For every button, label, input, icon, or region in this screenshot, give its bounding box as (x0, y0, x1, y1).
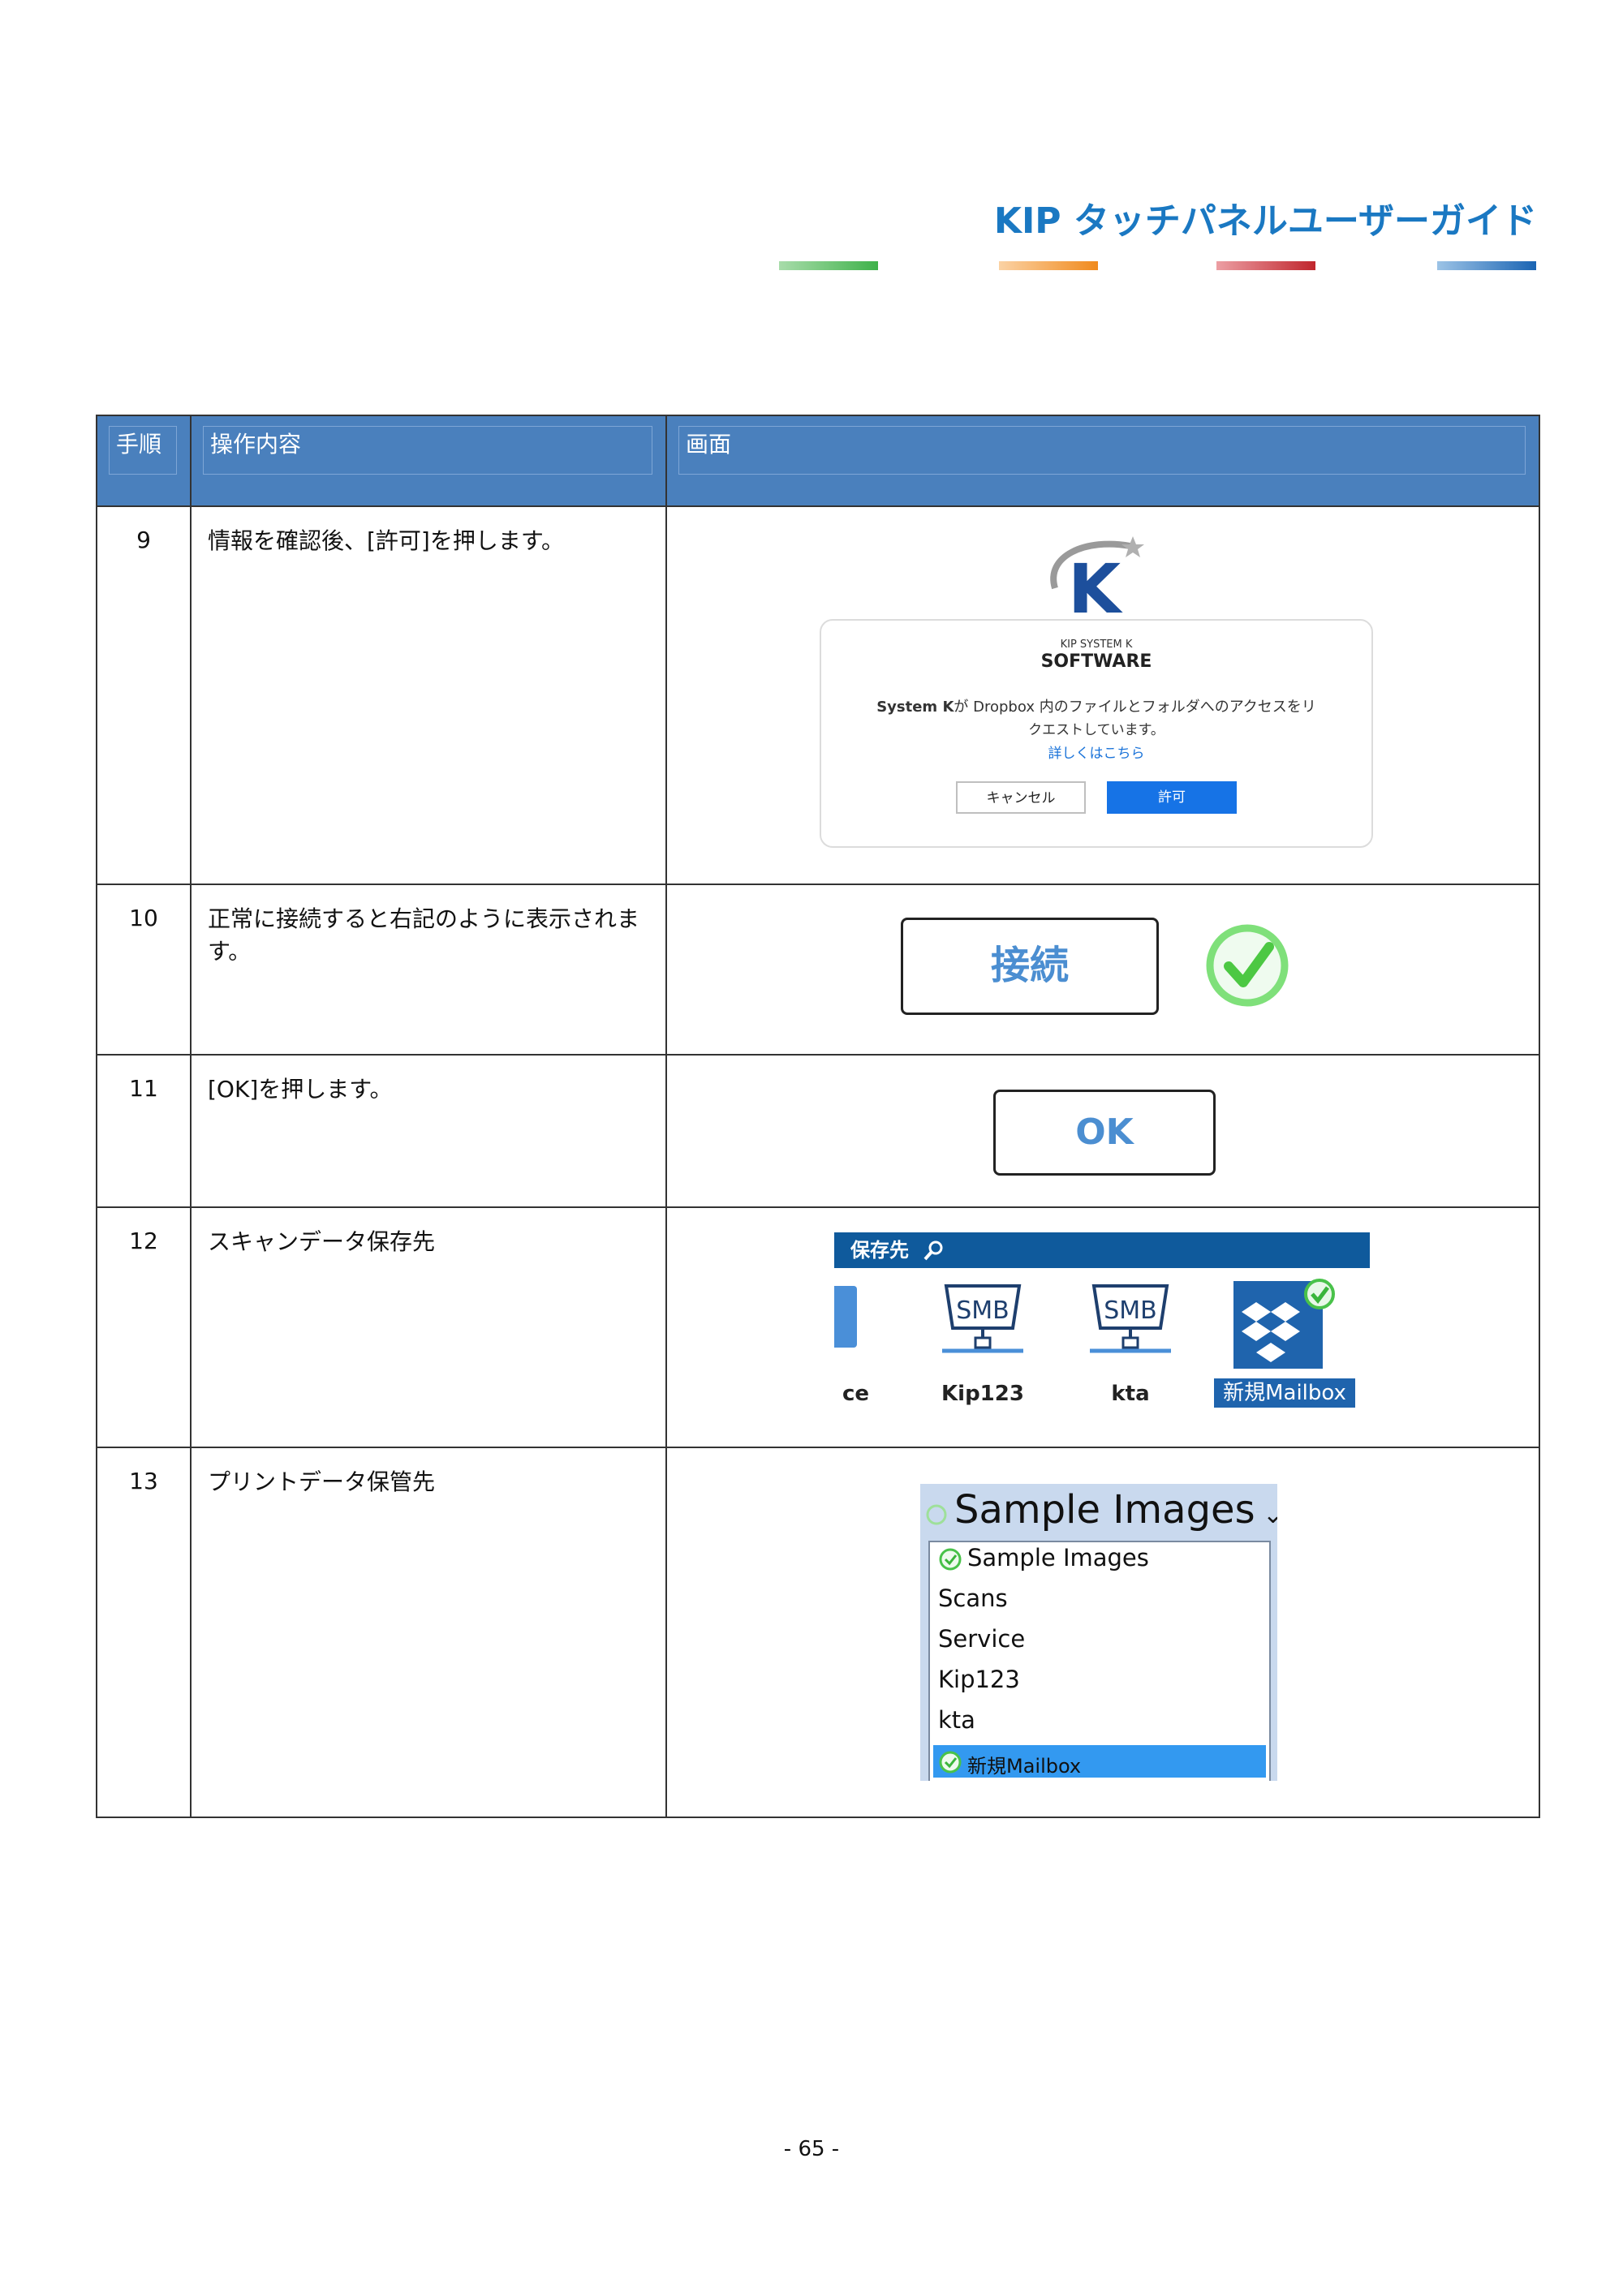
step-number: 9 (96, 505, 192, 885)
step-number: 12 (96, 1206, 192, 1448)
step-operation: 正常に接続すると右記のように表示されます。 (190, 884, 667, 1056)
accent-bar-blue (1437, 261, 1536, 270)
check-circle-icon (939, 1548, 962, 1571)
steps-table: 手順 操作内容 画面 9 情報を確認後、[許可]を押します。 K KIP SYS… (96, 415, 1540, 1818)
header-screen: 画面 (678, 426, 1526, 475)
page-number: - 65 - (783, 2137, 840, 2161)
system-k-logo: K (1050, 536, 1144, 629)
step-screen: OK (665, 1054, 1540, 1208)
folder-icon (834, 1286, 857, 1348)
dialog-message: System Kが Dropbox 内のファイルとフォルダへのアクセスをリ (876, 699, 1316, 716)
accent-bar-green (779, 261, 878, 270)
allow-button[interactable]: 許可 (1107, 781, 1237, 814)
ok-button[interactable]: OK (993, 1090, 1216, 1176)
step-screen: Sample Images ⌄ Sample Images Scans Serv… (665, 1447, 1540, 1818)
header-step: 手順 (109, 426, 177, 475)
table-row: 10 正常に接続すると右記のように表示されます。 接続 (96, 884, 1540, 1056)
table-row: 11 [OK]を押します。 OK (96, 1054, 1540, 1208)
svg-text:K: K (1068, 549, 1123, 629)
dropdown-option[interactable]: Kip123 (938, 1666, 1020, 1693)
destination-label: 新規Mailbox (1214, 1378, 1355, 1408)
dialog-message-line2: クエストしています。 (1028, 722, 1165, 738)
learn-more-link[interactable]: 詳しくはこちら (821, 742, 1371, 762)
header-operation: 操作内容 (203, 426, 652, 475)
table-header-row: 手順 操作内容 画面 (96, 415, 1540, 507)
dropdown-option-selected[interactable]: 新規Mailbox (967, 1750, 1081, 1778)
dropbox-icon (1233, 1279, 1335, 1369)
check-circle-icon (926, 1504, 947, 1525)
destination-item[interactable]: SMB kta (1070, 1278, 1191, 1424)
dropbox-permission-dialog: KIP SYSTEM K SOFTWARE System Kが Dropbox … (820, 619, 1373, 848)
step-operation: プリントデータ保管先 (190, 1447, 667, 1818)
step-operation: [OK]を押します。 (190, 1054, 667, 1208)
destination-label: Kip123 (941, 1382, 1024, 1406)
step-operation: 情報を確認後、[許可]を押します。 (190, 505, 667, 885)
table-row: 9 情報を確認後、[許可]を押します。 K KIP SYSTEM K SOFTW… (96, 505, 1540, 885)
svg-text:SMB: SMB (1104, 1296, 1157, 1325)
table-row: 12 スキャンデータ保存先 保存先 ce SMB Kip123 SMB kta … (96, 1206, 1540, 1448)
step-number: 11 (96, 1054, 192, 1208)
step-number: 13 (96, 1447, 192, 1818)
check-circle-icon (1206, 924, 1289, 1007)
print-destination-dropdown[interactable]: Sample Images ⌄ Sample Images Scans Serv… (920, 1484, 1277, 1781)
check-circle-icon (939, 1751, 962, 1774)
destination-panel: 保存先 ce SMB Kip123 SMB kta 新規Mailbox (834, 1232, 1370, 1427)
destination-item[interactable]: ce (834, 1278, 870, 1424)
dropdown-option[interactable]: Service (938, 1625, 1025, 1653)
connect-button[interactable]: 接続 (901, 918, 1159, 1015)
destination-item[interactable]: SMB Kip123 (922, 1278, 1044, 1424)
dropdown-selected-value[interactable]: Sample Images ⌄ (954, 1487, 1277, 1533)
svg-text:SMB: SMB (956, 1296, 1010, 1325)
destination-header: 保存先 (834, 1232, 1370, 1268)
dropdown-option[interactable]: kta (938, 1706, 975, 1734)
step-screen: K KIP SYSTEM K SOFTWARE System Kが Dropbo… (665, 505, 1540, 885)
step-screen: 接続 (665, 884, 1540, 1056)
accent-bar-red (1216, 261, 1315, 270)
table-row: 13 プリントデータ保管先 Sample Images ⌄ Sample Ima… (96, 1447, 1540, 1818)
destination-label: kta (1111, 1382, 1150, 1406)
destination-label: ce (842, 1382, 870, 1406)
chevron-down-icon: ⌄ (1263, 1501, 1277, 1529)
step-number: 10 (96, 884, 192, 1056)
dropdown-option[interactable]: Sample Images (967, 1544, 1149, 1572)
cancel-button[interactable]: キャンセル (956, 781, 1086, 814)
smb-folder-icon: SMB (942, 1284, 1023, 1353)
destination-item-selected[interactable]: 新規Mailbox (1214, 1278, 1355, 1424)
logo-software: SOFTWARE (1040, 651, 1152, 672)
guide-title: KIP タッチパネルユーザーガイド (993, 200, 1537, 242)
dropdown-list: Sample Images Scans Service Kip123 kta 新… (928, 1541, 1271, 1781)
smb-folder-icon: SMB (1090, 1284, 1171, 1353)
step-operation: スキャンデータ保存先 (190, 1206, 667, 1448)
dropdown-option[interactable]: Scans (938, 1584, 1008, 1612)
accent-bar-orange (999, 261, 1098, 270)
step-screen: 保存先 ce SMB Kip123 SMB kta 新規Mailbox (665, 1206, 1540, 1448)
logo-caption: KIP SYSTEM K (1060, 638, 1133, 651)
search-icon (923, 1240, 943, 1261)
